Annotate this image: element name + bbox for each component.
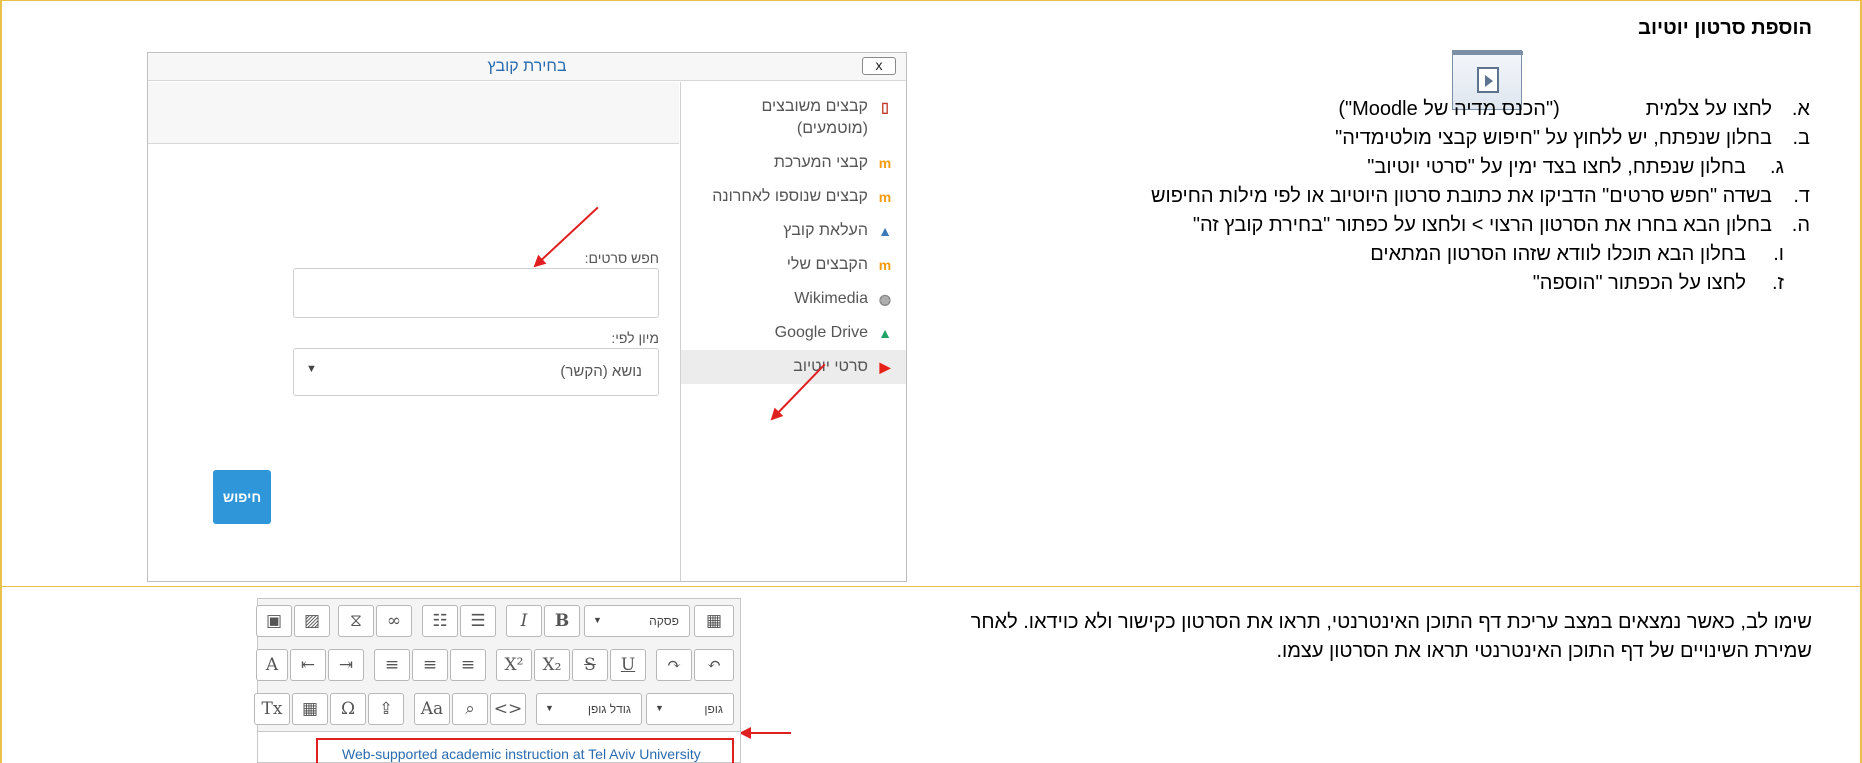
link-icon[interactable]: ∞ (376, 605, 412, 637)
clear-formatting-icon[interactable]: Tx (254, 693, 290, 725)
toolbar-row-3: גופן ▼ גודל גופן ▼ <> ⌕ Aa ⇪ Ω ▦ Tx (254, 687, 740, 731)
moodle-icon: m (878, 155, 892, 171)
wikimedia-icon: ◍ (878, 291, 892, 307)
file-picker-dialog: בחירת קובץ x ▯ קבצים משובצים (מוטמעים) mק… (147, 52, 907, 582)
page-title: הוספת סרטון יוטיוב (1638, 17, 1812, 39)
repo-item-wikimedia[interactable]: ◍ Wikimedia (681, 282, 906, 316)
superscript-icon[interactable]: X² (496, 649, 532, 681)
toolbar-collapse-icon[interactable]: ▦ (694, 605, 734, 637)
image-icon[interactable]: ▨ (294, 605, 330, 637)
font-dropdown[interactable]: גופן ▼ (646, 693, 734, 725)
outdent-icon[interactable]: ⇤ (290, 649, 326, 681)
youtube-icon: ▶ (879, 359, 891, 375)
upload-icon[interactable]: ⇪ (368, 693, 404, 725)
moodle-icon: m (878, 189, 892, 205)
step-item: ה. בחלון הבא בחרו את הסרטון הרצוי > ולחצו… (1192, 214, 1810, 236)
text-color-icon[interactable]: A (256, 649, 288, 681)
youtube-link[interactable]: Web-supported academic instruction at Te… (316, 738, 734, 763)
editor-screenshot: ▦ פסקה ▼ B I ☰ ☷ ∞ ⧖ ▨ ▣ ↶ ↷ U S X₂ X² ≡ … (254, 598, 741, 763)
close-button[interactable]: x (862, 57, 896, 75)
search-button[interactable]: חיפוש (213, 470, 271, 524)
step-item: ג. בחלון שנפתח, לחצו בצד ימין על "סרטי יו… (1367, 156, 1784, 178)
subscript-icon[interactable]: X₂ (534, 649, 570, 681)
numbered-list-icon[interactable]: ☷ (422, 605, 458, 637)
find-replace-icon[interactable]: ⌕ (452, 693, 488, 725)
repo-item-embedded-files[interactable]: ▯ קבצים משובצים (מוטמעים) (681, 90, 906, 146)
chevron-down-icon: ▼ (306, 363, 317, 375)
sort-label: מיון לפי: (611, 330, 659, 346)
search-videos-input[interactable] (293, 268, 659, 318)
repo-item-system-files[interactable]: m קבצי המערכת (681, 146, 906, 180)
pane-toolbar (148, 82, 679, 144)
media-icon[interactable]: ▣ (256, 605, 292, 637)
google-drive-icon: ▲ (878, 325, 892, 341)
step-item: א. לחצו על צלמית("הכנס מדיה של Moodle") (1338, 98, 1810, 120)
step-item: ד. בשדה "חפש סרטים" הדביקו את כתובת סרטון… (1150, 185, 1810, 207)
moodle-icon: m (878, 257, 892, 273)
repo-item-recent-files[interactable]: m קבצים שנוספו לאחרונה (681, 180, 906, 214)
unlink-icon[interactable]: ⧖ (338, 605, 374, 637)
chevron-down-icon: ▼ (545, 703, 554, 713)
sort-select[interactable]: נושא (הקשר) ▼ (293, 348, 659, 396)
upload-icon: ▲ (878, 223, 892, 239)
step-item: ב. בחלון שנפתח, יש ללחוץ על "חיפוש קבצי מ… (1335, 127, 1810, 149)
toolbar-row-1: ▦ פסקה ▼ B I ☰ ☷ ∞ ⧖ ▨ ▣ (256, 599, 740, 643)
redo-icon[interactable]: ↷ (656, 649, 692, 681)
edit-mode-note: שימו לב, כאשר נמצאים במצב עריכת דף התוכן… (970, 611, 1812, 662)
undo-icon[interactable]: ↶ (694, 649, 734, 681)
bold-icon[interactable]: B (544, 605, 580, 637)
instruction-steps: א. לחצו על צלמית("הכנס מדיה של Moodle") ב… (930, 95, 1810, 298)
table-icon[interactable]: ▦ (292, 693, 328, 725)
step-item: ו. בחלון הבא תוכלו לוודא שזהו הסרטון המתא… (1370, 243, 1784, 265)
search-pane: חפש סרטים: מיון לפי: נושא (הקשר) ▼ חיפוש (148, 82, 679, 581)
dialog-titlebar: בחירת קובץ x (148, 53, 906, 81)
chevron-down-icon: ▼ (655, 703, 664, 713)
strikethrough-icon[interactable]: S (572, 649, 608, 681)
align-center-icon[interactable]: ≡ (412, 649, 448, 681)
embedded-files-icon: ▯ (881, 99, 889, 115)
dialog-title: בחירת קובץ (487, 58, 567, 75)
repo-item-upload-file[interactable]: ▲ העלאת קובץ (681, 214, 906, 248)
character-map-icon[interactable]: Aa (414, 693, 450, 725)
dialog-body: ▯ קבצים משובצים (מוטמעים) m קבצי המערכת mק… (148, 82, 906, 581)
underline-icon[interactable]: U (610, 649, 646, 681)
chevron-down-icon: ▼ (593, 615, 602, 625)
paragraph-dropdown[interactable]: פסקה ▼ (584, 605, 690, 637)
section-divider (0, 586, 1862, 587)
toolbar-row-2: ↶ ↷ U S X₂ X² ≡ ≡ ≡ ⇥ ⇤ A (256, 643, 740, 687)
repo-item-youtube[interactable]: ▶ סרטי יוטיוב (681, 350, 906, 384)
film-icon (1477, 67, 1499, 93)
align-left-icon[interactable]: ≡ (450, 649, 486, 681)
indent-icon[interactable]: ⇥ (328, 649, 364, 681)
repository-list: ▯ קבצים משובצים (מוטמעים) m קבצי המערכת mק… (680, 82, 906, 581)
html-icon[interactable]: <> (490, 693, 526, 725)
editor-content-area[interactable]: Web-supported academic instruction at Te… (258, 731, 740, 763)
repo-item-google-drive[interactable]: ▲ Google Drive (681, 316, 906, 350)
step-item: ז. לחצו על הכפתור "הוספה" (1532, 272, 1784, 294)
search-label: חפש סרטים: (584, 250, 659, 266)
arrow-to-link (739, 727, 791, 739)
bullet-list-icon[interactable]: ☰ (460, 605, 496, 637)
repo-item-my-files[interactable]: m הקבצים שלי (681, 248, 906, 282)
font-size-dropdown[interactable]: גודל גופן ▼ (536, 693, 642, 725)
italic-icon[interactable]: I (506, 605, 542, 637)
align-right-icon[interactable]: ≡ (374, 649, 410, 681)
omega-icon[interactable]: Ω (330, 693, 366, 725)
